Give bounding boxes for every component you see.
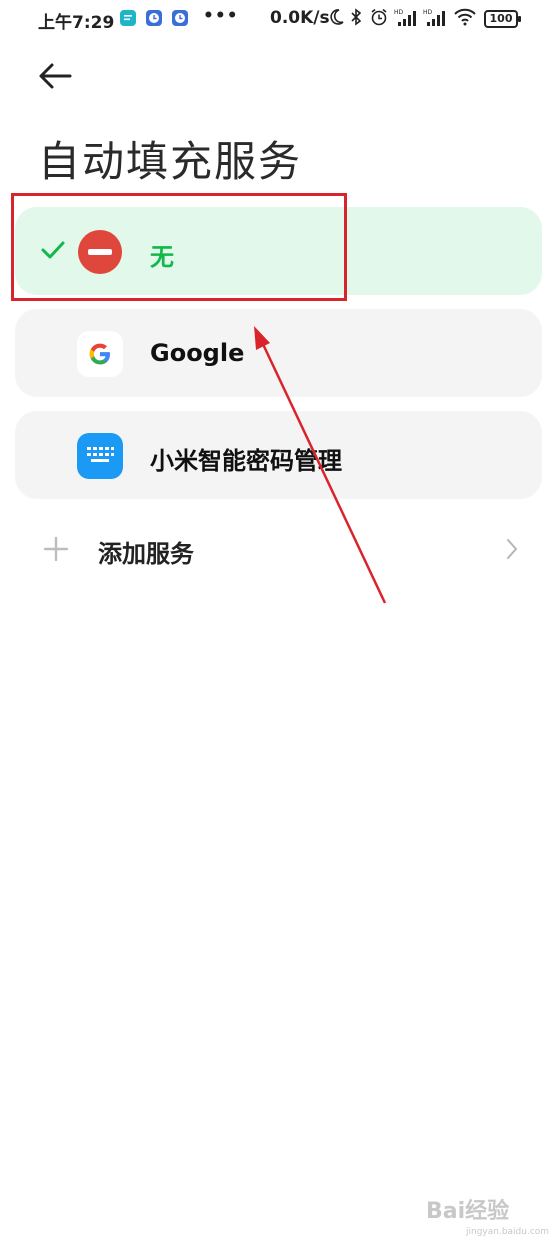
- watermark-url: jingyan.baidu.com: [466, 1227, 550, 1237]
- add-service-button[interactable]: 添加服务: [15, 520, 542, 578]
- page-title: 自动填充服务: [38, 137, 303, 186]
- service-item-none[interactable]: 无: [15, 207, 542, 295]
- clock-notif-icon: [146, 10, 162, 26]
- service-item-xiaomi-password[interactable]: 小米智能密码管理: [15, 411, 542, 499]
- status-time: 上午7:29: [38, 13, 115, 33]
- checkmark-icon: [41, 241, 65, 259]
- wifi-icon: [453, 8, 477, 31]
- signal-hd-icon: HD: [423, 8, 447, 33]
- svg-text:HD: HD: [423, 9, 433, 16]
- keyboard-icon: [77, 433, 123, 479]
- plus-icon: [43, 536, 69, 562]
- add-service-label: 添加服务: [98, 540, 194, 568]
- service-label: 小米智能密码管理: [150, 447, 342, 475]
- svg-text:HD: HD: [394, 9, 404, 16]
- status-bar: 上午7:29 ••• 0.0K/s HD HD 100: [0, 0, 556, 36]
- alarm-icon: [369, 8, 389, 31]
- arrow-left-icon: [39, 63, 72, 89]
- clock-notif-icon: [172, 10, 188, 26]
- more-notifications: •••: [203, 6, 239, 26]
- bluetooth-icon: [349, 8, 363, 31]
- baidu-jingyan-watermark: Bai经验 jingyan.baidu.com: [426, 1193, 550, 1241]
- service-label: Google: [150, 339, 245, 367]
- signal-hd-icon: HD: [394, 8, 418, 33]
- network-speed: 0.0K/s: [270, 8, 330, 28]
- service-label: 无: [150, 243, 174, 271]
- watermark-logo: Bai经验: [426, 1199, 510, 1224]
- chevron-right-icon: [507, 539, 517, 559]
- battery-icon: 100: [484, 10, 521, 28]
- moon-icon: [328, 8, 344, 31]
- message-notif-icon: [120, 10, 136, 26]
- back-button[interactable]: [36, 58, 76, 94]
- none-minus-icon: [78, 230, 122, 274]
- service-item-google[interactable]: Google: [15, 309, 542, 397]
- google-icon: [77, 331, 123, 377]
